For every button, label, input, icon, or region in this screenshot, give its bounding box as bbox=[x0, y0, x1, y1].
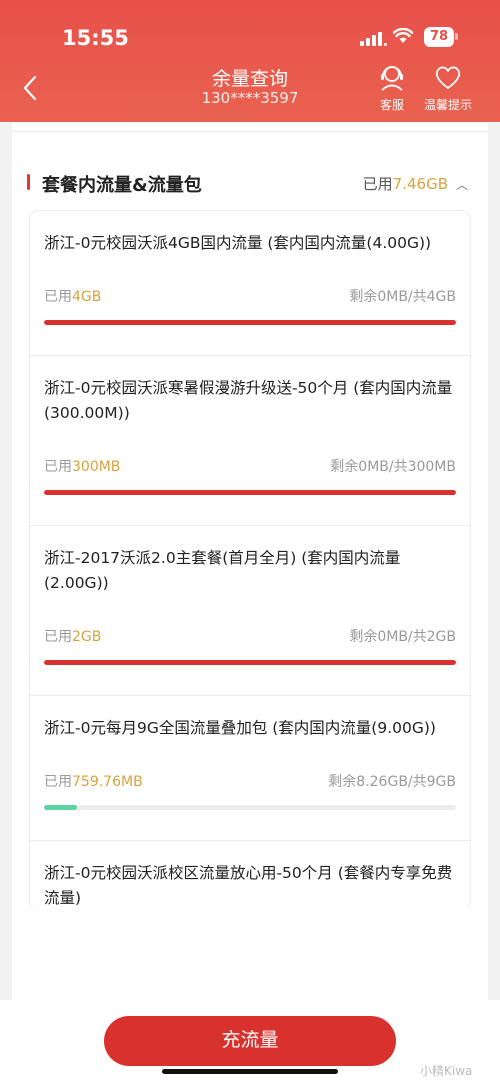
item-used-amount: 2GB bbox=[72, 629, 102, 645]
divider bbox=[12, 122, 488, 132]
customer-service-label: 客服 bbox=[379, 98, 404, 112]
item-usage-row: 已用759.76MB 剩余8.26GB/共9GB bbox=[44, 771, 456, 791]
item-remaining: 剩余0MB/共4GB bbox=[349, 289, 456, 305]
item-remaining: 剩余0MB/共2GB bbox=[349, 629, 456, 645]
list-item: 浙江-0元校园沃派寒暑假漫游升级送-50个月 (套内国内流量(300.00M))… bbox=[30, 356, 470, 526]
item-used: 已用2GB bbox=[44, 629, 102, 645]
item-remaining: 剩余8.26GB/共9GB bbox=[328, 774, 456, 790]
item-title: 浙江-0元每月9G全国流量叠加包 (套内国内流量(9.00G)) bbox=[44, 719, 436, 737]
watermark: 小精Kiwa bbox=[420, 1064, 473, 1078]
section-used-amount: 7.46GB bbox=[392, 175, 448, 193]
section-used-prefix: 已用 bbox=[362, 175, 393, 193]
section-used-summary[interactable]: 已用7.46GB ︿ bbox=[363, 173, 468, 194]
item-title: 浙江-0元校园沃派校区流量放心用-50个月 (套餐内专享免费流量) bbox=[44, 864, 453, 907]
content-panel: 套餐内流量&流量包 已用7.46GB ︿ 浙江-0元校园沃派4GB国内流量 (套内… bbox=[12, 122, 488, 1022]
item-usage-row: 已用4GB 剩余0MB/共4GB bbox=[44, 286, 456, 306]
wifi-icon bbox=[393, 28, 413, 43]
customer-service-button[interactable]: 客服 bbox=[374, 62, 410, 113]
list-item: 浙江-0元每月9G全国流量叠加包 (套内国内流量(9.00G)) 已用759.7… bbox=[30, 696, 470, 841]
item-used-amount: 4GB bbox=[72, 289, 102, 305]
home-indicator[interactable] bbox=[162, 1069, 338, 1074]
list-item: 浙江-0元校园沃派4GB国内流量 (套内国内流量(4.00G)) 已用4GB 剩… bbox=[30, 211, 470, 356]
headset-icon bbox=[381, 66, 403, 91]
bottom-bar: 充流量 小精Kiwa bbox=[0, 1000, 500, 1084]
list-item: 浙江-0元校园沃派校区流量放心用-50个月 (套餐内专享免费流量) bbox=[30, 841, 470, 911]
package-list: 浙江-0元校园沃派4GB国内流量 (套内国内流量(4.00G)) 已用4GB 剩… bbox=[29, 210, 471, 911]
section-title: 套餐内流量&流量包 bbox=[42, 175, 202, 196]
recharge-data-button[interactable]: 充流量 bbox=[104, 1016, 396, 1066]
item-used: 已用759.76MB bbox=[44, 774, 143, 790]
item-used: 已用300MB bbox=[44, 459, 121, 475]
battery-icon: 78 bbox=[424, 27, 454, 47]
item-title: 浙江-0元校园沃派寒暑假漫游升级送-50个月 (套内国内流量(300.00M)) bbox=[44, 379, 453, 422]
usage-progress-bar bbox=[44, 805, 456, 810]
usage-progress-bar bbox=[44, 490, 456, 495]
tips-label: 温馨提示 bbox=[423, 98, 472, 112]
page-title: 余量查询 bbox=[211, 68, 288, 90]
usage-progress-bar bbox=[44, 320, 456, 325]
back-button[interactable] bbox=[18, 72, 42, 104]
signal-icon bbox=[360, 30, 387, 46]
item-remaining: 剩余0MB/共300MB bbox=[330, 459, 456, 475]
battery-cap bbox=[455, 33, 458, 40]
list-item: 浙江-2017沃派2.0主套餐(首月全月) (套内国内流量(2.00G)) 已用… bbox=[30, 526, 470, 696]
item-title: 浙江-0元校园沃派4GB国内流量 (套内国内流量(4.00G)) bbox=[44, 234, 432, 252]
chevron-up-icon[interactable]: ︿ bbox=[456, 178, 468, 192]
phone-number: 130****3597 bbox=[201, 89, 299, 107]
header: 15:55 78 余量查询 130****3597 客服 温馨提示 bbox=[0, 0, 500, 122]
section-accent-bar bbox=[27, 174, 30, 190]
status-bar: 15:55 78 bbox=[0, 22, 500, 56]
section-header[interactable]: 套餐内流量&流量包 已用7.46GB ︿ bbox=[12, 132, 488, 210]
tips-button[interactable]: 温馨提示 bbox=[420, 62, 476, 113]
item-usage-row: 已用2GB 剩余0MB/共2GB bbox=[44, 626, 456, 646]
status-time: 15:55 bbox=[62, 26, 129, 50]
item-usage-row: 已用300MB 剩余0MB/共300MB bbox=[44, 456, 456, 476]
item-used: 已用4GB bbox=[44, 289, 102, 305]
item-used-amount: 759.76MB bbox=[72, 774, 143, 790]
item-title: 浙江-2017沃派2.0主套餐(首月全月) (套内国内流量(2.00G)) bbox=[44, 549, 401, 592]
heart-icon bbox=[435, 66, 461, 89]
usage-progress-bar bbox=[44, 660, 456, 665]
item-used-amount: 300MB bbox=[72, 459, 121, 475]
